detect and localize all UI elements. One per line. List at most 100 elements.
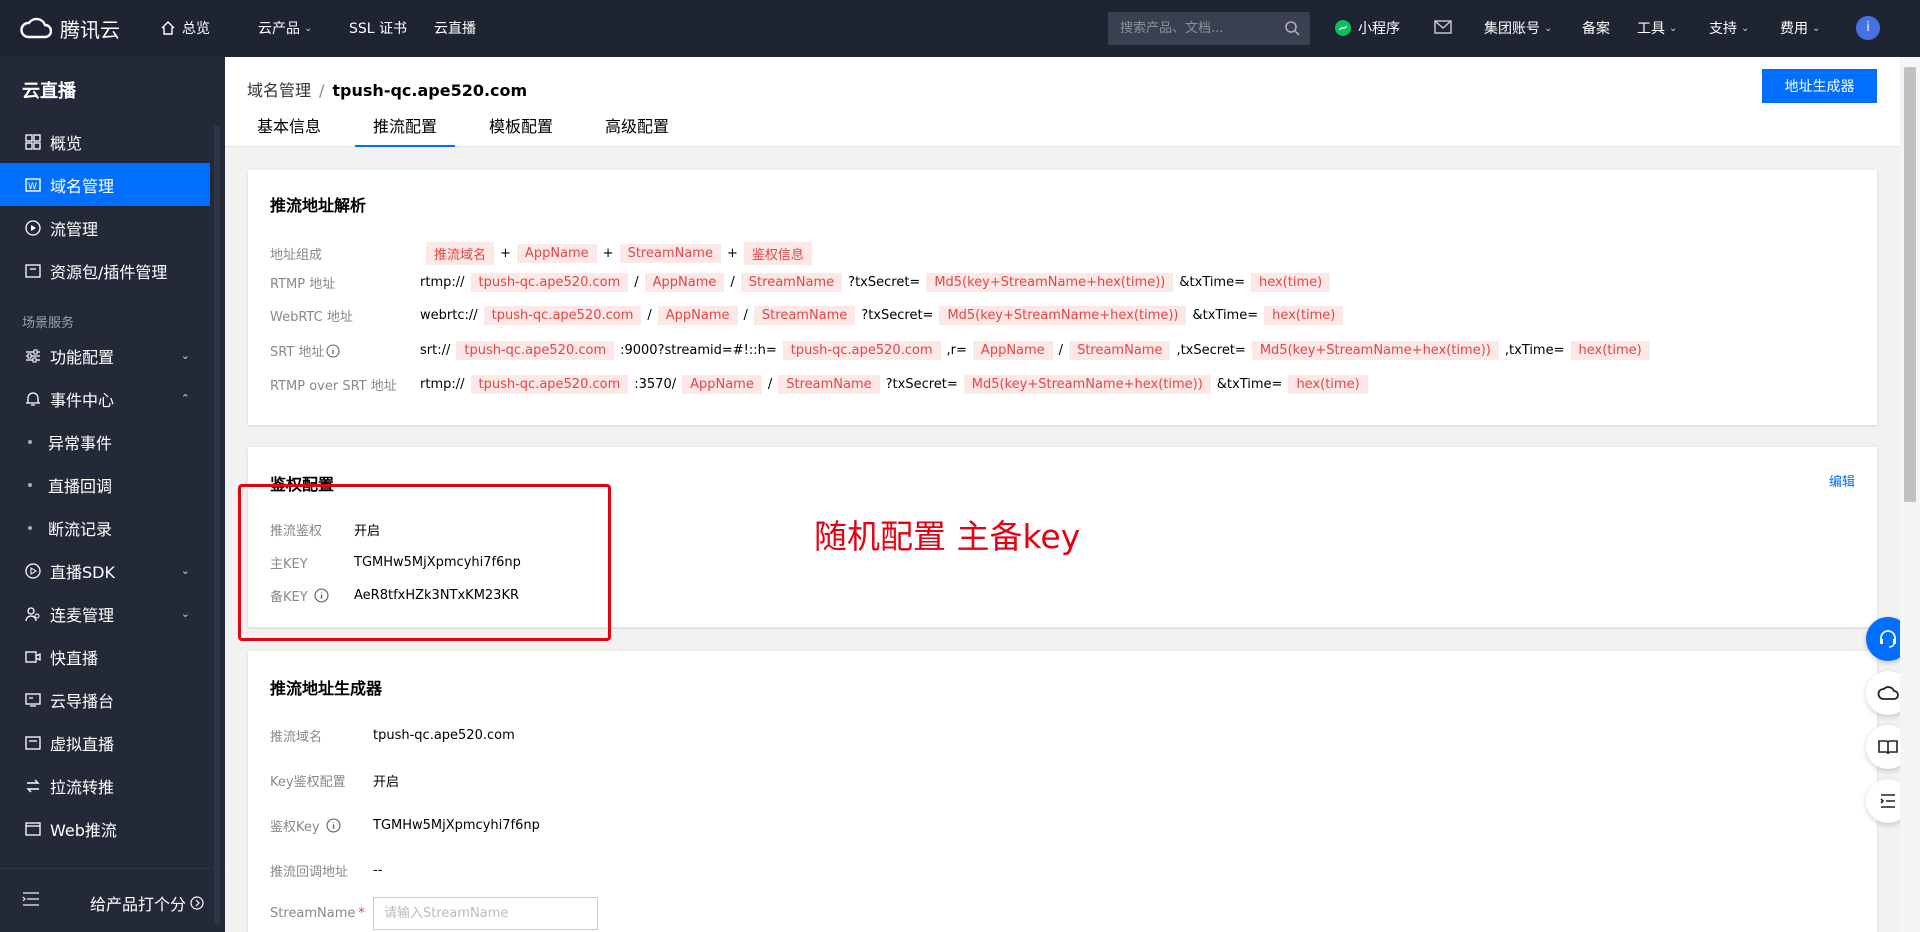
sidebar-item-feature-config[interactable]: 功能配置 ⌄ bbox=[0, 334, 210, 377]
sidebar-item-resource[interactable]: 资源包/插件管理 bbox=[0, 249, 210, 292]
rtmp-over-srt-row: RTMP over SRT 地址 rtmp:// tpush-qc.ape520… bbox=[270, 375, 1374, 394]
card-title: 推流地址解析 bbox=[270, 196, 367, 215]
push-domain-pill: 推流域名 bbox=[426, 242, 495, 265]
required-mark: * bbox=[358, 906, 365, 921]
package-icon bbox=[24, 262, 42, 280]
tab-push-config[interactable]: 推流配置 bbox=[355, 111, 456, 147]
annotation-text: 随机配置 主备key bbox=[814, 517, 1081, 556]
breadcrumb: 域名管理 / tpush-qc.ape520.com bbox=[247, 77, 527, 101]
page-scrollbar[interactable] bbox=[1900, 57, 1920, 932]
breadcrumb-separator: / bbox=[319, 81, 325, 100]
nav-ssl[interactable]: SSL 证书 bbox=[349, 18, 407, 38]
monitor-icon bbox=[24, 691, 42, 709]
sidebar-item-event-center[interactable]: 事件中心 ⌃ bbox=[0, 377, 210, 420]
nav-billing[interactable]: 费用 ⌄ bbox=[1780, 18, 1820, 38]
sliders-icon bbox=[24, 347, 42, 365]
bullet-icon bbox=[28, 482, 32, 487]
auth-info-pill: 鉴权信息 bbox=[743, 242, 812, 265]
nav-products[interactable]: 云产品 ⌄ bbox=[258, 18, 312, 38]
arrow-circle-icon bbox=[190, 896, 204, 910]
mail-button[interactable] bbox=[1434, 20, 1452, 34]
sidebar-scrollbar[interactable] bbox=[214, 125, 220, 925]
webrtc-row: WebRTC 地址 webrtc:// tpush-qc.ape520.com … bbox=[270, 306, 1349, 325]
tab-bar: 基本信息 推流配置 模板配置 高级配置 bbox=[239, 111, 703, 147]
edit-link[interactable]: 编辑 bbox=[1829, 471, 1855, 490]
bullet-icon bbox=[28, 525, 32, 530]
search-input[interactable] bbox=[1108, 12, 1278, 45]
address-generator-button[interactable]: 地址生成器 bbox=[1762, 69, 1877, 103]
sidebar-item-sdk[interactable]: 直播SDK ⌄ bbox=[0, 549, 210, 592]
nav-group-account[interactable]: 集团账号 ⌄ bbox=[1484, 18, 1552, 38]
sidebar-title: 云直播 bbox=[22, 81, 76, 102]
grid-icon bbox=[24, 133, 42, 151]
nav-icp[interactable]: 备案 bbox=[1582, 18, 1610, 38]
sidebar-item-overview[interactable]: 概览 bbox=[0, 120, 210, 163]
chevron-down-icon: ⌄ bbox=[180, 349, 190, 362]
nav-overview[interactable]: 总览 bbox=[160, 18, 210, 38]
chevron-down-icon: ⌄ bbox=[1812, 22, 1821, 34]
search-icon[interactable] bbox=[1284, 20, 1300, 36]
avatar[interactable]: i bbox=[1856, 16, 1880, 40]
virtual-icon bbox=[24, 734, 42, 752]
list-icon bbox=[1880, 794, 1895, 808]
chevron-down-icon: ⌄ bbox=[1741, 22, 1750, 34]
tencent-cloud-logo[interactable]: 腾讯云 bbox=[20, 14, 120, 43]
logo-text: 腾讯云 bbox=[60, 18, 120, 42]
domain-icon: W bbox=[24, 176, 42, 194]
card-title: 推流地址生成器 bbox=[270, 679, 383, 698]
play-circle-icon bbox=[24, 219, 42, 237]
play-circle-icon bbox=[24, 562, 42, 580]
sidebar-item-virtual[interactable]: 虚拟直播 bbox=[0, 721, 210, 764]
svg-text:W: W bbox=[28, 182, 37, 192]
sidebar-item-web-push[interactable]: Web推流 bbox=[0, 807, 210, 850]
sidebar-item-mic[interactable]: 连麦管理 ⌄ bbox=[0, 592, 210, 635]
nav-mini-program[interactable]: 小程序 bbox=[1334, 18, 1400, 38]
rate-product-link[interactable]: 给产品打个分 bbox=[90, 891, 204, 915]
sidebar-subitem-disconnect[interactable]: 断流记录 bbox=[0, 506, 210, 549]
sidebar-subitem-playback[interactable]: 直播回调 bbox=[0, 463, 210, 506]
sidebar: 云直播 概览 W 域名管理 流管理 资源包/插件管理 场景服务 功能配置 ⌄ 事… bbox=[0, 57, 225, 932]
push-address-parse-card: 推流地址解析 地址组成 推流域名 + AppName + StreamName … bbox=[248, 170, 1877, 425]
gen-stream-row: StreamName * bbox=[270, 897, 598, 930]
mail-icon bbox=[1434, 20, 1452, 34]
cloud-icon bbox=[1877, 686, 1899, 700]
sidebar-item-fast-live[interactable]: 快直播 bbox=[0, 635, 210, 678]
sidebar-item-pull[interactable]: 拉流转推 bbox=[0, 764, 210, 807]
streamname-pill: StreamName bbox=[619, 244, 721, 263]
compose-row: 地址组成 推流域名 + AppName + StreamName + 鉴权信息 bbox=[270, 242, 818, 265]
chevron-up-icon: ⌃ bbox=[180, 392, 190, 405]
srt-row: SRT 地址 srt:// tpush-qc.ape520.com :9000?… bbox=[270, 341, 1656, 360]
top-nav: 腾讯云 总览 云产品⌄ SSL 证书 云直播 小程序 集团账号⌄ 备案 工具⌄ … bbox=[0, 0, 1920, 57]
sidebar-group-label: 场景服务 bbox=[22, 316, 75, 331]
nav-tools[interactable]: 工具 ⌄ bbox=[1637, 18, 1677, 38]
gen-auth-key-row: 鉴权Key TGMHw5MjXpmcyhi7f6np bbox=[270, 818, 540, 835]
gen-key-auth-row: Key鉴权配置 开启 bbox=[270, 775, 400, 790]
info-icon[interactable] bbox=[326, 343, 340, 358]
page-title: tpush-qc.ape520.com bbox=[332, 81, 528, 100]
chevron-down-icon: ⌄ bbox=[180, 607, 190, 620]
page-header: 域名管理 / tpush-qc.ape520.com 基本信息 推流配置 模板配置 … bbox=[225, 57, 1900, 147]
page-scrollbar-thumb[interactable] bbox=[1904, 67, 1916, 502]
tab-template-config[interactable]: 模板配置 bbox=[471, 111, 571, 147]
headset-icon bbox=[1880, 630, 1896, 648]
home-icon bbox=[161, 21, 175, 35]
bullet-icon bbox=[28, 439, 32, 444]
sidebar-item-director[interactable]: 云导播台 bbox=[0, 678, 210, 721]
nav-support[interactable]: 支持 ⌄ bbox=[1709, 18, 1749, 38]
gen-domain-row: 推流域名 tpush-qc.ape520.com bbox=[270, 728, 515, 745]
sidebar-item-domain[interactable]: W 域名管理 bbox=[0, 163, 210, 206]
nav-live[interactable]: 云直播 bbox=[434, 18, 476, 38]
info-icon[interactable] bbox=[326, 818, 341, 833]
collapse-menu-icon[interactable] bbox=[22, 891, 40, 907]
tab-basic-info[interactable]: 基本信息 bbox=[239, 111, 339, 147]
cloud-logo-icon bbox=[20, 17, 52, 38]
streamname-input[interactable] bbox=[373, 897, 598, 930]
sidebar-item-stream[interactable]: 流管理 bbox=[0, 206, 210, 249]
address-generator-card: 推流地址生成器 推流域名 tpush-qc.ape520.com Key鉴权配置… bbox=[248, 651, 1877, 932]
compose-label: 地址组成 bbox=[270, 248, 323, 263]
sidebar-subitem-abnormal[interactable]: 异常事件 bbox=[0, 420, 210, 463]
tab-advanced-config[interactable]: 高级配置 bbox=[587, 111, 687, 147]
video-icon bbox=[24, 648, 42, 666]
chevron-down-icon: ⌄ bbox=[1544, 22, 1553, 34]
breadcrumb-parent[interactable]: 域名管理 bbox=[247, 81, 311, 100]
